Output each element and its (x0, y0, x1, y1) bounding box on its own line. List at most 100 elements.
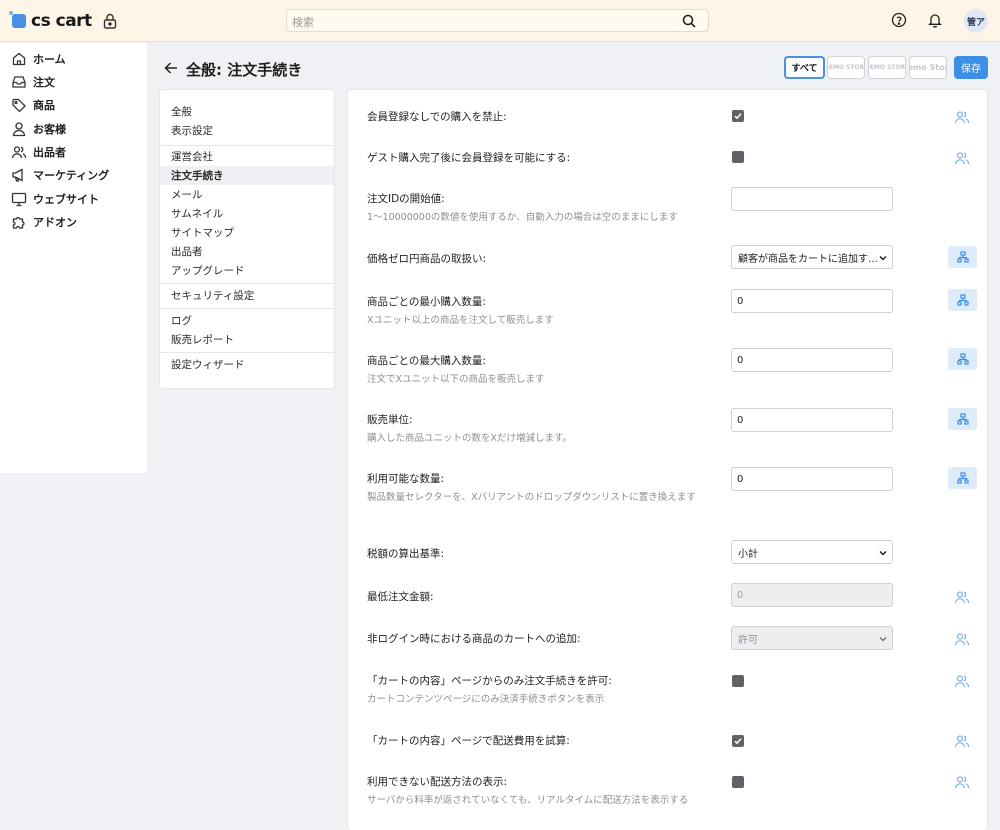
nav-item-products[interactable]: 商品 (0, 94, 147, 116)
nav-label: 商品 (33, 99, 55, 112)
logo-text: cs cart (31, 11, 92, 31)
check-icon (734, 738, 742, 745)
setting-checkbox[interactable] (732, 675, 744, 687)
tax-calculation-select[interactable]: 小計 (731, 540, 893, 564)
section-divider (160, 352, 334, 353)
nav-label: 注文 (33, 76, 55, 89)
setting-description: Xユニット以上の商品を注文して販売します (367, 315, 554, 326)
section-reports[interactable]: 販売レポート (160, 330, 334, 349)
section-security[interactable]: セキュリティ設定 (160, 286, 334, 305)
store-all-button[interactable]: すべて (784, 56, 825, 79)
setting-description: カートコンテンツページにのみ決済手続きボタンを表示 (367, 694, 605, 705)
nav-label: ホーム (33, 53, 66, 66)
sitemap-icon (956, 413, 969, 425)
setting-checkbox[interactable] (732, 110, 744, 122)
user-icon (12, 122, 26, 137)
main-nav: ホーム 注文 商品 お客様 出品者 マーケティング ウェブサイト アドオン (0, 43, 147, 473)
user-icon[interactable] (954, 589, 970, 605)
logo-mark (9, 11, 26, 28)
logo[interactable]: cs cart (9, 11, 92, 31)
nav-item-home[interactable]: ホーム (0, 48, 147, 70)
section-thumbnails[interactable]: サムネイル (160, 204, 334, 223)
home-icon (12, 52, 26, 66)
sitemap-icon (956, 294, 969, 306)
monitor-icon (11, 192, 27, 207)
user-icon[interactable] (954, 109, 970, 125)
quantity-step-input[interactable]: 0 (731, 408, 893, 432)
avatar[interactable]: 管ア (964, 9, 988, 33)
guest-add-to-cart-select[interactable]: 許可 (731, 626, 893, 650)
nav-item-customers[interactable]: お客様 (0, 118, 147, 140)
section-wizard[interactable]: 設定ウィザード (160, 355, 334, 374)
setting-checkbox[interactable] (732, 151, 744, 163)
section-logging[interactable]: ログ (160, 311, 334, 330)
sitemap-icon (956, 472, 969, 484)
share-settings-button[interactable] (948, 408, 977, 430)
back-arrow-icon[interactable] (164, 61, 178, 75)
setting-label: 最低注文金額: (367, 591, 434, 603)
min-quantity-input[interactable]: 0 (731, 289, 893, 313)
chevron-down-icon (879, 255, 887, 261)
nav-item-addons[interactable]: アドオン (0, 211, 147, 233)
tag-icon (12, 98, 26, 113)
help-icon[interactable] (891, 12, 907, 28)
section-vendors[interactable]: 出品者 (160, 242, 334, 261)
sitemap-icon (956, 251, 969, 263)
store-button-demo-2[interactable]: DEMO STORE (868, 56, 906, 79)
setting-checkbox[interactable] (732, 735, 744, 747)
section-general[interactable]: 全般 (160, 102, 334, 121)
store-button-demo-1[interactable]: DEMO STORE (827, 56, 865, 79)
section-checkout[interactable]: 注文手続き (160, 166, 334, 185)
max-quantity-input[interactable]: 0 (731, 348, 893, 372)
share-settings-button[interactable] (948, 467, 977, 489)
store-button-demo-3[interactable]: emo Stor (909, 56, 947, 79)
section-appearance[interactable]: 表示設定 (160, 121, 334, 140)
setting-label: 販売単位: (367, 414, 413, 426)
setting-label: 非ログイン時における商品のカートへの追加: (367, 633, 581, 645)
setting-label: 会員登録なしでの購入を禁止: (367, 111, 507, 123)
save-button[interactable]: 保存 (954, 56, 988, 79)
user-icon[interactable] (954, 733, 970, 749)
user-icon[interactable] (954, 631, 970, 647)
section-emails[interactable]: メール (160, 185, 334, 204)
nav-label: 出品者 (33, 146, 66, 159)
setting-label: 価格ゼロ円商品の取扱い: (367, 253, 487, 265)
nav-label: アドオン (33, 216, 77, 229)
setting-label: ゲスト購入完了後に会員登録を可能にする: (367, 152, 571, 164)
share-settings-button[interactable] (948, 289, 977, 311)
setting-label: 「カートの内容」ページで配送費用を試算: (367, 735, 570, 747)
nav-item-vendors[interactable]: 出品者 (0, 141, 147, 163)
bell-icon[interactable] (927, 12, 943, 28)
chevron-down-icon (879, 550, 887, 556)
search-icon[interactable] (682, 14, 696, 28)
setting-description: 1〜10000000の数値を使用するか、自動入力の場合は空のままにします (367, 212, 678, 223)
nav-item-website[interactable]: ウェブサイト (0, 188, 147, 210)
nav-item-orders[interactable]: 注文 (0, 71, 147, 93)
select-value: 小計 (738, 548, 758, 560)
select-value: 許可 (738, 634, 758, 646)
section-company[interactable]: 運営会社 (160, 147, 334, 166)
search-input[interactable]: 検索 (286, 9, 709, 32)
inbox-icon (12, 76, 26, 88)
setting-checkbox[interactable] (732, 776, 744, 788)
order-id-start-input[interactable] (731, 187, 893, 211)
setting-label: 利用可能な数量: (367, 473, 445, 485)
zero-price-select[interactable]: 顧客が商品をカートに追加す… (731, 245, 893, 269)
share-settings-button[interactable] (948, 348, 977, 370)
lock-icon[interactable] (102, 12, 118, 30)
share-settings-button[interactable] (948, 246, 977, 268)
user-icon[interactable] (954, 774, 970, 790)
setting-description: 注文でXユニット以下の商品を販売します (367, 374, 545, 385)
user-icon[interactable] (954, 673, 970, 689)
available-quantity-input[interactable]: 0 (731, 467, 893, 491)
min-order-amount-input[interactable]: 0 (731, 583, 893, 607)
section-upgrade[interactable]: アップグレード (160, 261, 334, 280)
section-sitemap[interactable]: サイトマップ (160, 223, 334, 242)
nav-item-marketing[interactable]: マーケティング (0, 164, 147, 186)
setting-label: 商品ごとの最大購入数量: (367, 355, 486, 367)
section-divider (160, 283, 334, 284)
nav-label: マーケティング (33, 169, 110, 182)
user-icon[interactable] (954, 150, 970, 166)
users-icon (11, 146, 27, 159)
top-bar: cs cart 検索 管ア (0, 0, 1000, 42)
